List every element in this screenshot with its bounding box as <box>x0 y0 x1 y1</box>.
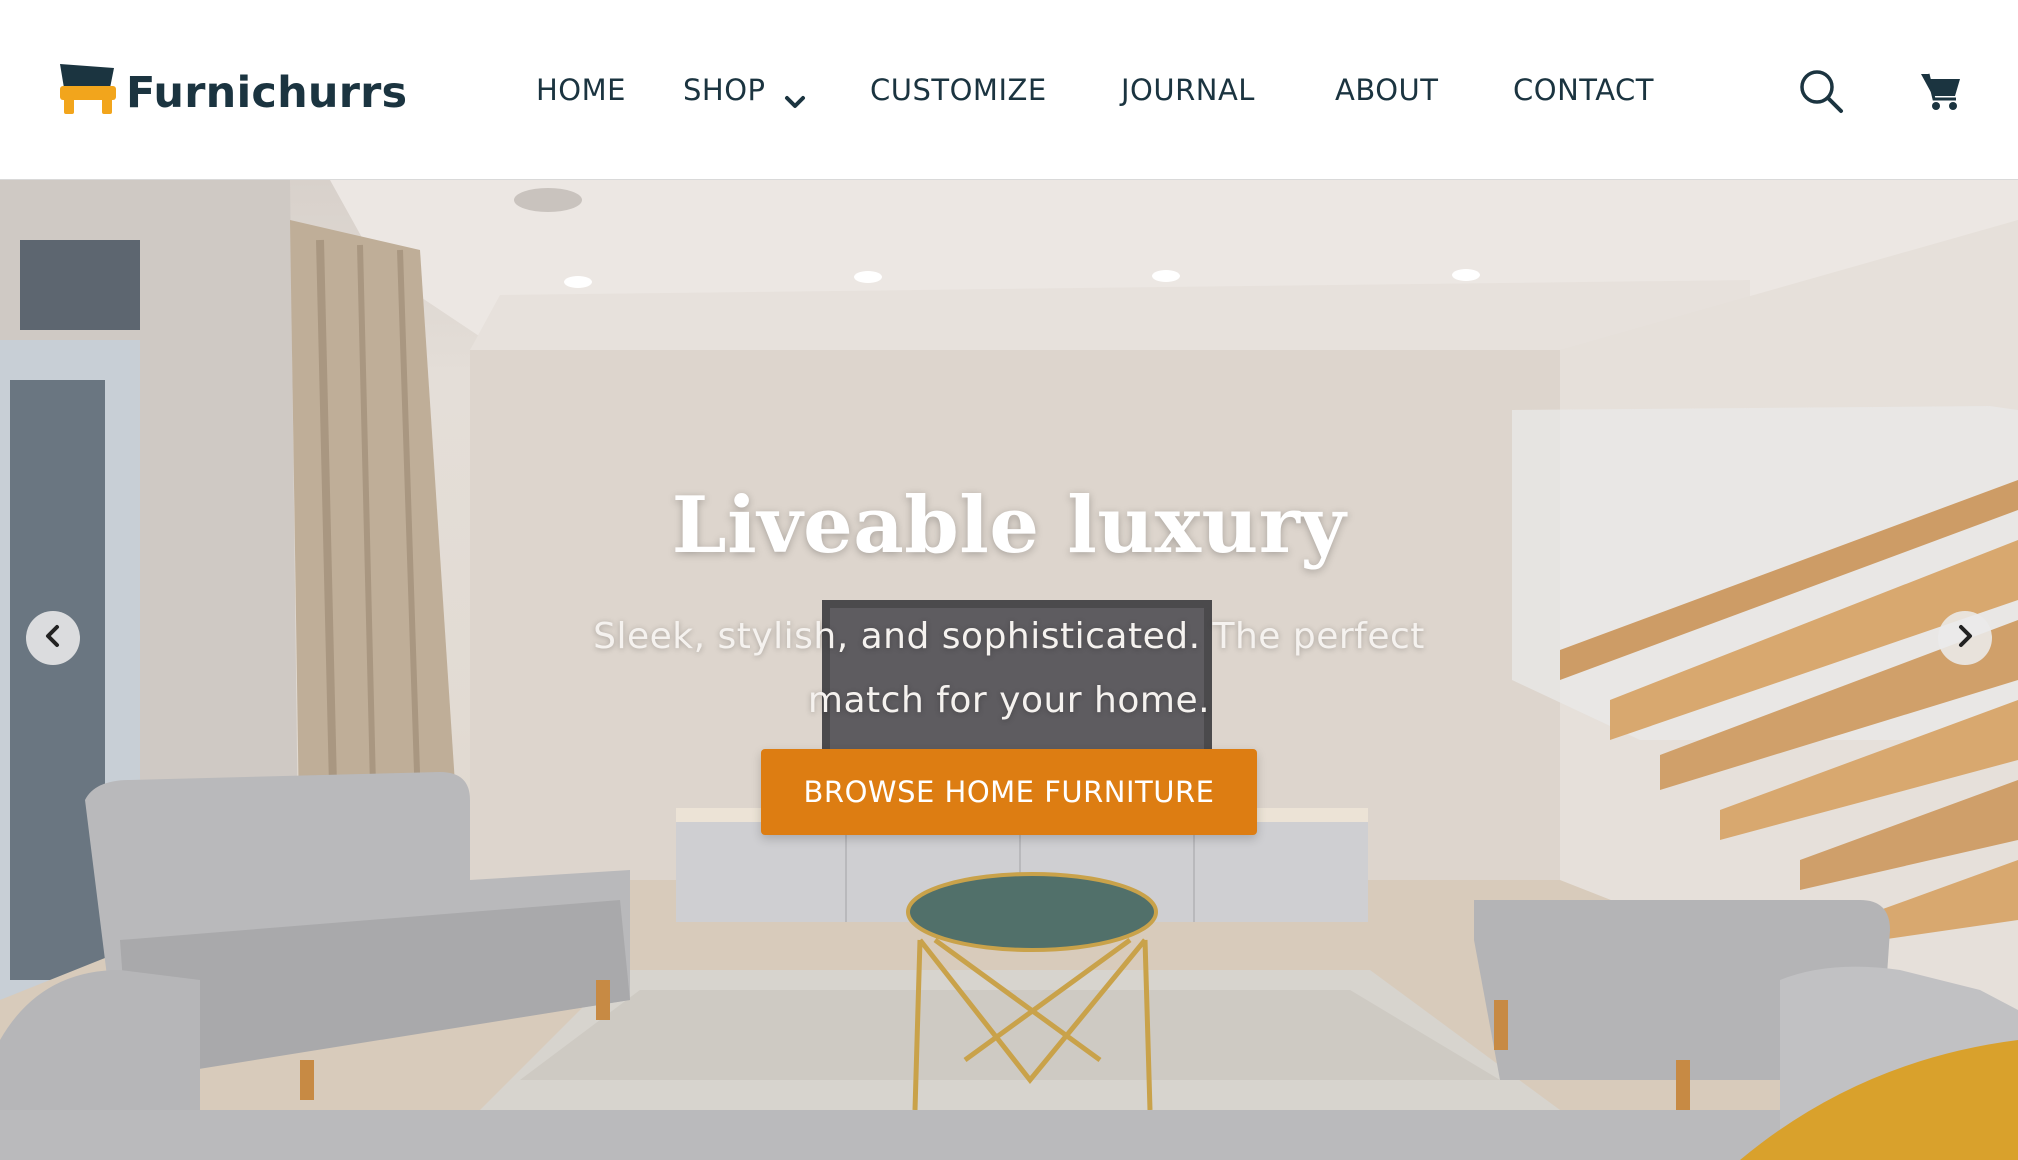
nav-journal[interactable]: JOURNAL <box>1121 66 1255 114</box>
nav-about[interactable]: ABOUT <box>1335 66 1439 114</box>
browse-home-furniture-button[interactable]: BROWSE HOME FURNITURE <box>761 749 1257 835</box>
hero-content: Liveable luxury Sleek, stylish, and soph… <box>0 480 2018 835</box>
hero-subtitle: Sleek, stylish, and sophisticated. The p… <box>593 616 1425 721</box>
search-icon[interactable] <box>1798 68 1844 119</box>
chevron-down-icon <box>784 79 806 108</box>
nav-home[interactable]: HOME <box>536 66 626 114</box>
hero-banner: Liveable luxury Sleek, stylish, and soph… <box>0 180 2018 1160</box>
nav-contact[interactable]: CONTACT <box>1513 66 1654 114</box>
nav-shop-label: SHOP <box>683 73 766 107</box>
nav-customize[interactable]: CUSTOMIZE <box>870 66 1047 114</box>
carousel-prev-button[interactable] <box>26 611 80 665</box>
nav-shop[interactable]: SHOP <box>683 66 806 114</box>
hero-title: Liveable luxury <box>671 480 1347 571</box>
cart-icon[interactable] <box>1920 70 1962 117</box>
chevron-right-icon <box>1953 624 1977 653</box>
site-header: Furnichurrs HOME SHOP CUSTOMIZE JOURNAL … <box>0 0 2018 180</box>
chevron-left-icon <box>41 624 65 653</box>
main-nav: HOME SHOP CUSTOMIZE JOURNAL ABOUT CONTAC… <box>0 66 2018 114</box>
carousel-next-button[interactable] <box>1938 611 1992 665</box>
